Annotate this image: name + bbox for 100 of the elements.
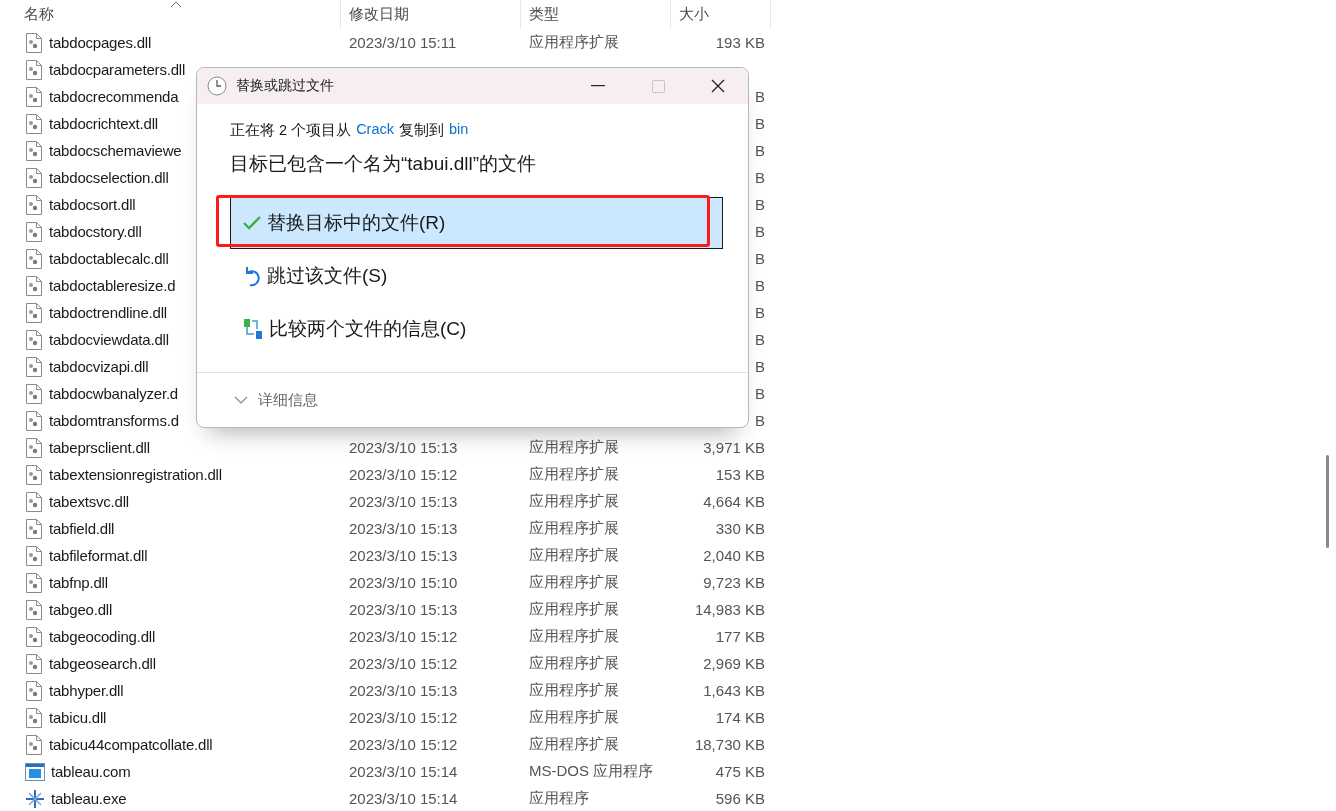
folder-link[interactable]: Crack — [356, 121, 394, 140]
file-type: 应用程序扩展 — [529, 519, 619, 536]
file-name[interactable]: tabdoctablecalc.dll — [49, 250, 169, 267]
snowflake-app-icon — [25, 788, 45, 809]
minimize-icon[interactable] — [591, 85, 605, 87]
file-name[interactable]: tabextensionregistration.dll — [49, 466, 222, 483]
file-name[interactable]: tabdocschemaviewe — [49, 142, 182, 159]
option-button[interactable]: 比较两个文件的信息(C) — [230, 303, 723, 355]
file-size: 18,730 KB — [694, 736, 765, 753]
file-name[interactable]: tabgeocoding.dll — [49, 628, 156, 645]
file-name[interactable]: tabdocwbanalyzer.d — [49, 385, 178, 402]
file-name[interactable]: tabdocsort.dll — [49, 196, 136, 213]
file-name[interactable]: tabdocparameters.dll — [49, 61, 186, 78]
file-name[interactable]: tabdomtransforms.d — [49, 412, 179, 429]
dll-file-icon — [25, 275, 43, 296]
dll-file-icon — [25, 356, 43, 377]
column-header[interactable]: 名称 — [24, 5, 54, 24]
dll-file-icon — [25, 680, 43, 701]
modified-date: 2023/3/10 15:12 — [349, 628, 458, 645]
file-name[interactable]: tabicu44compatcollate.dll — [49, 736, 213, 753]
file-name[interactable]: tabdocpages.dll — [49, 34, 152, 51]
file-name[interactable]: tabfnp.dll — [49, 574, 108, 591]
file-type: 应用程序扩展 — [529, 627, 619, 644]
modified-date: 2023/3/10 15:12 — [349, 709, 458, 726]
file-size: 475 KB — [715, 763, 765, 780]
file-name[interactable]: tabextsvc.dll — [49, 493, 129, 510]
file-size: B — [755, 223, 765, 240]
file-type: MS-DOS 应用程序 — [529, 762, 654, 779]
file-size: 3,971 KB — [703, 439, 765, 456]
file-type: 应用程序扩展 — [529, 438, 619, 455]
dll-file-icon — [25, 653, 43, 674]
file-size: 174 KB — [715, 709, 765, 726]
modified-date: 2023/3/10 15:11 — [349, 34, 457, 51]
compare-files-icon — [243, 318, 263, 340]
dll-file-icon — [25, 194, 43, 215]
folder-link[interactable]: bin — [449, 121, 469, 140]
file-type: 应用程序扩展 — [529, 735, 619, 752]
file-size: B — [755, 304, 765, 321]
column-header[interactable]: 修改日期 — [349, 5, 409, 24]
file-size: B — [755, 385, 765, 402]
copy-status-text: 正在将 2 个项目从 — [230, 121, 352, 140]
file-name[interactable]: tabdocselection.dll — [49, 169, 169, 186]
file-name[interactable]: tableau.com — [51, 763, 131, 780]
file-name[interactable]: tableau.exe — [51, 790, 127, 807]
file-size: 9,723 KB — [703, 574, 765, 591]
file-size: B — [755, 196, 765, 213]
file-type: 应用程序扩展 — [529, 465, 619, 482]
program-window-icon — [25, 762, 45, 781]
window-title: 替换或跳过文件 — [236, 77, 335, 95]
file-name[interactable]: tabhyper.dll — [49, 682, 124, 699]
clock-icon — [207, 76, 227, 96]
file-type: 应用程序扩展 — [529, 600, 619, 617]
modified-date: 2023/3/10 15:14 — [349, 763, 458, 780]
file-size: B — [755, 358, 765, 375]
modified-date: 2023/3/10 15:13 — [349, 439, 458, 456]
dll-file-icon — [25, 32, 43, 53]
file-size: 1,643 KB — [703, 682, 765, 699]
column-header[interactable]: 大小 — [679, 5, 709, 24]
option-button[interactable]: 跳过该文件(S) — [230, 250, 723, 302]
modified-date: 2023/3/10 15:12 — [349, 655, 458, 672]
modified-date: 2023/3/10 15:12 — [349, 736, 458, 753]
scrollbar-thumb[interactable] — [1326, 455, 1329, 548]
file-name[interactable]: tabdocrichtext.dll — [49, 115, 158, 132]
file-size: B — [755, 115, 765, 132]
close-icon[interactable] — [711, 79, 725, 93]
dll-file-icon — [25, 248, 43, 269]
file-name[interactable]: tabgeo.dll — [49, 601, 113, 618]
dll-file-icon — [25, 329, 43, 350]
dll-file-icon — [25, 167, 43, 188]
conflict-heading: 目标已包含一个名为“tabui.dll”的文件 — [230, 152, 538, 176]
modified-date: 2023/3/10 15:10 — [349, 574, 458, 591]
dll-file-icon — [25, 464, 43, 485]
file-name[interactable]: tabdoctableresize.d — [49, 277, 176, 294]
column-header[interactable]: 类型 — [529, 5, 559, 24]
file-name[interactable]: tabdocvizapi.dll — [49, 358, 149, 375]
file-name[interactable]: tabicu.dll — [49, 709, 107, 726]
dll-file-icon — [25, 113, 43, 134]
dll-file-icon — [25, 734, 43, 755]
file-name[interactable]: tabdocviewdata.dll — [49, 331, 169, 348]
dll-file-icon — [25, 221, 43, 242]
dll-file-icon — [25, 707, 43, 728]
dll-file-icon — [25, 86, 43, 107]
file-size: 14,983 KB — [694, 601, 765, 618]
file-size: B — [755, 412, 765, 429]
file-size: B — [755, 88, 765, 105]
modified-date: 2023/3/10 15:13 — [349, 547, 458, 564]
details-toggle[interactable]: 详细信息 — [258, 390, 318, 410]
dll-file-icon — [25, 59, 43, 80]
file-name[interactable]: tabdocstory.dll — [49, 223, 142, 240]
file-name[interactable]: tabdocrecommenda — [49, 88, 179, 105]
file-name[interactable]: tabfileformat.dll — [49, 547, 148, 564]
file-name[interactable]: tabfield.dll — [49, 520, 115, 537]
file-name[interactable]: tabdoctrendline.dll — [49, 304, 167, 321]
checkmark-icon — [243, 216, 261, 230]
file-type: 应用程序 — [529, 789, 589, 806]
dll-file-icon — [25, 437, 43, 458]
file-name[interactable]: tabeprsclient.dll — [49, 439, 150, 456]
modified-date: 2023/3/10 15:14 — [349, 790, 458, 807]
file-name[interactable]: tabgeosearch.dll — [49, 655, 156, 672]
dll-file-icon — [25, 140, 43, 161]
